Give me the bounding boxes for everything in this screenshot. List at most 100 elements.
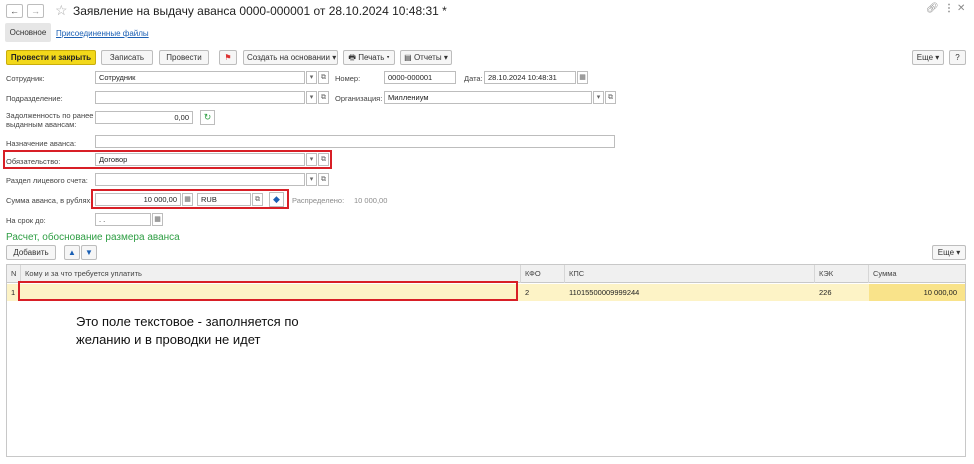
reports-label: Отчеты: [413, 53, 442, 62]
annotation-text: Это поле текстовое - заполняется по жела…: [76, 313, 376, 349]
employee-field[interactable]: Сотрудник: [95, 71, 305, 84]
obligation-open-button[interactable]: ⧉: [318, 153, 329, 166]
arrow-down-icon: ▼: [85, 248, 93, 257]
distributed-label: Распределено:: [292, 196, 345, 205]
reports-button[interactable]: ▤ Отчеты ▾: [400, 50, 452, 65]
amount-calculator-button[interactable]: ▦: [182, 193, 193, 206]
chevron-down-icon: ▾: [332, 53, 337, 62]
favorite-star-icon[interactable]: ☆: [55, 2, 68, 19]
account-section-open-button[interactable]: ⧉: [318, 173, 329, 186]
number-field[interactable]: 0000-000001: [384, 71, 456, 84]
column-header-kps[interactable]: КПС: [565, 265, 815, 283]
page-title: Заявление на выдачу аванса 0000-000001 о…: [73, 4, 447, 18]
employee-dropdown-button[interactable]: ▾: [306, 71, 317, 84]
more-button[interactable]: Еще ▾: [912, 50, 944, 65]
obligation-field[interactable]: Договор: [95, 153, 305, 166]
move-down-button[interactable]: ▼: [81, 245, 97, 260]
debt-field[interactable]: 0,00: [95, 111, 193, 124]
structure-icon-button[interactable]: ⚑: [219, 50, 237, 65]
term-label: На срок до:: [6, 216, 46, 225]
close-icon[interactable]: ✕: [957, 3, 965, 14]
chevron-down-icon: ▾: [935, 53, 940, 62]
arrow-left-icon: ←: [10, 6, 19, 16]
post-and-close-button[interactable]: Провести и закрыть: [6, 50, 96, 65]
print-button[interactable]: 🖶︎ Печать ▾: [343, 50, 395, 65]
print-label: Печать: [358, 53, 385, 62]
department-open-button[interactable]: ⧉: [318, 91, 329, 104]
cell-kps[interactable]: 11015500009999244: [565, 284, 815, 301]
hierarchy-icon: ⚑: [224, 53, 232, 62]
organization-open-button[interactable]: ⧉: [605, 91, 616, 104]
arrow-right-icon: →: [31, 6, 40, 16]
more-label: Еще: [916, 53, 934, 62]
debt-label-line2: выданным авансам:: [6, 120, 77, 129]
distributed-value: 10 000,00: [354, 196, 388, 205]
forward-button[interactable]: →: [27, 4, 44, 18]
annotation-line-1: Это поле текстовое - заполняется по: [76, 314, 299, 329]
column-header-sum[interactable]: Сумма: [869, 265, 965, 283]
purpose-field[interactable]: [95, 135, 615, 148]
account-section-label: Раздел лицевого счета:: [6, 176, 88, 185]
create-based-on-button[interactable]: Создать на основании ▾: [243, 50, 338, 65]
calendar-icon: ▦: [579, 74, 586, 81]
department-label: Подразделение:: [6, 94, 63, 103]
department-field[interactable]: [95, 91, 305, 104]
currency-field[interactable]: RUB: [197, 193, 251, 206]
back-button[interactable]: ←: [6, 4, 23, 18]
currency-open-button[interactable]: ⧉: [252, 193, 263, 206]
chevron-down-icon: ▾: [956, 248, 961, 257]
link-icon[interactable]: 🔗︎: [926, 3, 939, 14]
account-section-field[interactable]: [95, 173, 305, 186]
payee-cell-highlight: [18, 281, 518, 301]
add-row-button[interactable]: Добавить: [6, 245, 56, 260]
tab-main[interactable]: Основное: [5, 23, 51, 42]
printer-icon: 🖶︎: [348, 53, 356, 62]
employee-open-button[interactable]: ⧉: [318, 71, 329, 84]
arrow-up-icon: ▲: [68, 248, 76, 257]
help-icon: ?: [955, 53, 960, 62]
date-label: Дата:: [464, 74, 483, 83]
column-header-kfo[interactable]: КФО: [521, 265, 565, 283]
chevron-down-icon: ▾: [443, 53, 448, 62]
organization-field[interactable]: Миллениум: [384, 91, 592, 104]
account-section-dropdown-button[interactable]: ▾: [306, 173, 317, 186]
number-label: Номер:: [335, 74, 361, 83]
annotation-line-2: желанию и в проводки не идет: [76, 332, 261, 347]
term-calendar-button[interactable]: ▦: [152, 213, 163, 226]
create-based-on-label: Создать на основании: [247, 53, 330, 62]
amount-field[interactable]: 10 000,00: [95, 193, 181, 206]
purpose-label: Назначение аванса:: [6, 139, 77, 148]
organization-label: Организация:: [335, 94, 383, 103]
table-more-label: Еще: [937, 248, 955, 257]
obligation-dropdown-button[interactable]: ▾: [306, 153, 317, 166]
cell-kfo[interactable]: 2: [521, 284, 565, 301]
table-more-button[interactable]: Еще ▾: [932, 245, 966, 260]
save-button[interactable]: Записать: [101, 50, 153, 65]
more-vert-icon[interactable]: ⋮: [944, 3, 954, 14]
term-field[interactable]: . .: [95, 213, 151, 226]
calendar-icon: ▦: [154, 216, 161, 223]
move-up-button[interactable]: ▲: [64, 245, 80, 260]
calendar-button[interactable]: ▦: [577, 71, 588, 84]
date-field[interactable]: 28.10.2024 10:48:31: [484, 71, 576, 84]
post-button[interactable]: Провести: [159, 50, 209, 65]
department-dropdown-button[interactable]: ▾: [306, 91, 317, 104]
amount-label: Сумма аванса, в рублях:: [6, 196, 93, 205]
tab-attached-files[interactable]: Присоединенные файлы: [56, 29, 149, 38]
employee-label: Сотрудник:: [6, 74, 45, 83]
distribute-button[interactable]: ◆: [269, 192, 284, 207]
cell-kek[interactable]: 226: [815, 284, 869, 301]
chevron-down-icon: ▾: [386, 53, 390, 62]
refresh-icon: ↻: [203, 112, 212, 122]
report-icon: ▤: [404, 53, 412, 62]
organization-dropdown-button[interactable]: ▾: [593, 91, 604, 104]
cell-sum[interactable]: 10 000,00: [869, 284, 961, 301]
obligation-label: Обязательство:: [6, 157, 61, 166]
distribute-icon: ◆: [273, 194, 280, 204]
section-title: Расчет, обоснование размера аванса: [6, 232, 180, 243]
help-button[interactable]: ?: [949, 50, 966, 65]
debt-label-line1: Задолженность по ранее: [6, 111, 94, 120]
column-header-kek[interactable]: КЭК: [815, 265, 869, 283]
refresh-button[interactable]: ↻: [200, 110, 215, 125]
calculator-icon: ▦: [184, 196, 191, 203]
